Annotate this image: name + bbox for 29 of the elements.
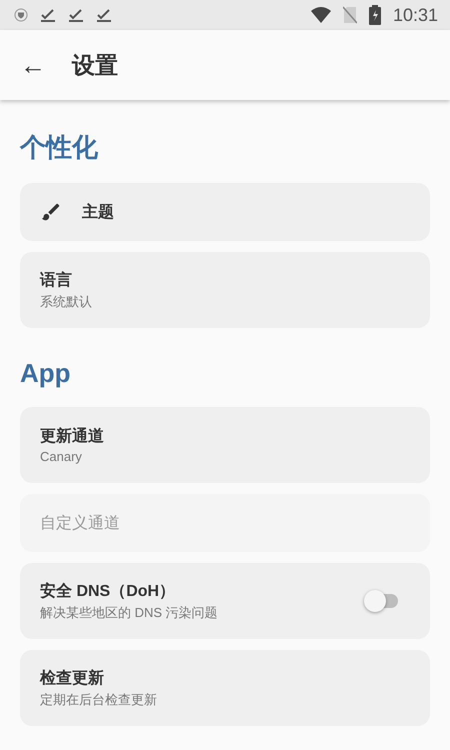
battery-icon xyxy=(368,5,381,25)
item-title: 检查更新 xyxy=(40,668,105,688)
download-done-icon xyxy=(40,7,56,23)
back-button[interactable]: ← xyxy=(20,52,46,78)
settings-item[interactable]: 主题 xyxy=(20,183,430,241)
shield-icon xyxy=(14,8,28,22)
item-summary: 定期在后台检查更新 xyxy=(40,690,158,708)
no-sim-icon xyxy=(342,6,357,24)
item-summary: Canary xyxy=(40,449,83,464)
download-done-icon xyxy=(96,7,112,23)
section-title: 个性化 xyxy=(20,131,99,164)
item-title: 安全 DNS（DoH） xyxy=(40,581,176,602)
item-title: 更新通道 xyxy=(40,426,105,447)
settings-item[interactable]: 检查更新 定期在后台检查更新 xyxy=(20,650,430,726)
settings-item[interactable]: 安全 DNS（DoH） 解决某些地区的 DNS 污染问题 xyxy=(20,563,430,639)
item-title: 自定义通道 xyxy=(40,514,121,534)
item-summary: 解决某些地区的 DNS 污染问题 xyxy=(40,604,219,622)
settings-item[interactable]: 语言 系统默认 xyxy=(20,252,430,328)
toggle-switch[interactable] xyxy=(364,590,398,612)
brush-icon xyxy=(40,201,62,223)
download-done-icon xyxy=(68,7,84,23)
status-time: 10:31 xyxy=(392,4,438,26)
item-title: 语言 xyxy=(40,270,73,290)
item-title: 主题 xyxy=(82,202,115,222)
page-title: 设置 xyxy=(72,50,118,80)
wifi-icon xyxy=(310,7,331,23)
settings-item[interactable]: 更新通道 Canary xyxy=(20,407,430,483)
section-title: App xyxy=(20,358,72,389)
item-summary: 系统默认 xyxy=(40,292,93,310)
